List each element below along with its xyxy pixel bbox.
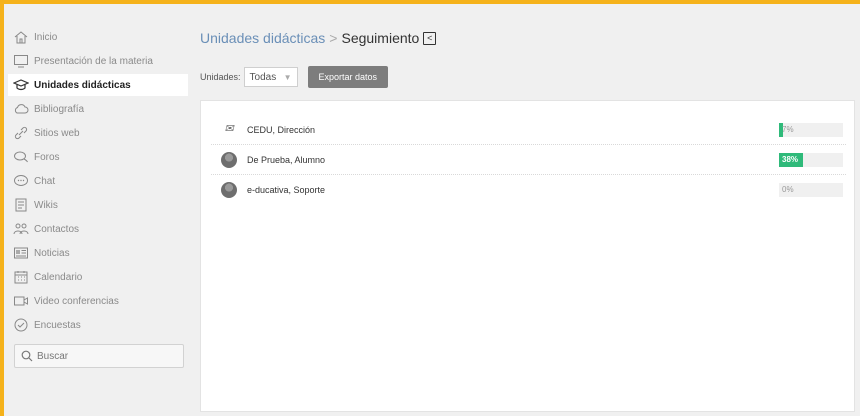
sidebar-item-label: Inicio xyxy=(34,31,58,43)
graduation-cap-icon xyxy=(12,77,30,93)
user-name: CEDU, Dirección xyxy=(247,124,316,135)
sidebar: Inicio Presentación de la materia Unidad… xyxy=(4,4,192,416)
table-row[interactable]: ✉ CEDU, Dirección 7% xyxy=(211,115,846,145)
search-placeholder: Buscar xyxy=(37,350,69,362)
sidebar-item-contactos[interactable]: Contactos xyxy=(12,218,188,240)
sidebar-item-foros[interactable]: Foros xyxy=(12,146,188,168)
cloud-icon xyxy=(12,101,30,117)
avatar-icon xyxy=(221,151,237,168)
main-content: Unidades didácticas > Seguimiento < Unid… xyxy=(192,4,860,416)
tracking-panel: ✉ CEDU, Dirección 7% De Prueba, Alumno 3… xyxy=(200,100,855,412)
wiki-page-icon xyxy=(12,197,30,213)
progress-label: 0% xyxy=(782,185,794,194)
search-icon xyxy=(21,350,33,362)
sidebar-item-inicio[interactable]: Inicio xyxy=(12,26,188,48)
sidebar-item-noticias[interactable]: Noticias xyxy=(12,242,188,264)
sidebar-item-video-conferencias[interactable]: Video conferencias xyxy=(12,290,188,312)
survey-icon xyxy=(12,317,30,333)
sidebar-item-label: Presentación de la materia xyxy=(34,55,153,67)
sidebar-item-label: Encuestas xyxy=(34,319,81,331)
back-arrow-icon[interactable]: < xyxy=(423,31,437,45)
sidebar-item-bibliografia[interactable]: Bibliografía xyxy=(12,98,188,120)
news-icon xyxy=(12,245,30,261)
sidebar-item-chat[interactable]: Chat xyxy=(12,170,188,192)
sidebar-item-label: Calendario xyxy=(34,271,83,283)
progress-bar: 0% xyxy=(779,183,843,197)
table-row[interactable]: e-ducativa, Soporte 0% xyxy=(211,175,846,205)
page-title: Seguimiento xyxy=(341,30,420,46)
sidebar-item-label: Foros xyxy=(34,151,60,163)
breadcrumb-link-unidades[interactable]: Unidades didácticas xyxy=(200,30,325,46)
breadcrumb: Unidades didácticas > Seguimiento < xyxy=(200,30,437,46)
sidebar-item-label: Chat xyxy=(34,175,56,187)
video-camera-icon xyxy=(12,293,30,309)
chevron-down-icon: ▼ xyxy=(283,72,292,82)
breadcrumb-separator: > xyxy=(329,30,338,46)
sidebar-item-label: Video conferencias xyxy=(34,295,119,307)
export-data-button[interactable]: Exportar datos xyxy=(307,66,389,88)
chat-bubble-icon xyxy=(12,173,30,189)
sidebar-item-calendario[interactable]: Calendario xyxy=(12,266,188,288)
link-icon xyxy=(12,125,30,141)
institution-logo-icon: ✉ xyxy=(224,122,234,135)
units-filter-label: Unidades: xyxy=(200,72,241,82)
sidebar-item-encuestas[interactable]: Encuestas xyxy=(12,314,188,336)
progress-bar: 38% xyxy=(779,152,843,167)
avatar-icon xyxy=(221,182,237,198)
filter-bar: Unidades: Todas ▼ Exportar datos xyxy=(200,66,389,88)
sidebar-item-label: Bibliografía xyxy=(34,103,85,115)
units-filter-select[interactable]: Todas ▼ xyxy=(243,67,298,87)
monitor-icon xyxy=(12,53,30,69)
calendar-icon xyxy=(12,269,30,285)
sidebar-item-label: Noticias xyxy=(34,247,70,259)
table-row[interactable]: De Prueba, Alumno 38% xyxy=(211,145,846,175)
user-name: e-ducativa, Soporte xyxy=(247,185,326,195)
sidebar-item-label: Unidades didácticas xyxy=(34,79,131,91)
sidebar-item-wikis[interactable]: Wikis xyxy=(12,194,188,216)
forum-bubbles-icon xyxy=(12,149,30,165)
sidebar-item-unidades[interactable]: Unidades didácticas xyxy=(8,74,188,96)
sidebar-item-label: Contactos xyxy=(34,223,80,235)
sidebar-item-sitios-web[interactable]: Sitios web xyxy=(12,122,188,144)
progress-label: 38% xyxy=(782,154,799,164)
progress-bar: 7% xyxy=(779,122,843,137)
sidebar-item-label: Sitios web xyxy=(34,127,80,139)
contacts-icon xyxy=(12,221,30,237)
search-input[interactable]: Buscar xyxy=(14,344,184,368)
home-icon xyxy=(12,29,30,45)
units-filter-value: Todas xyxy=(249,71,277,83)
progress-label: 7% xyxy=(782,124,794,134)
user-name: De Prueba, Alumno xyxy=(247,154,326,165)
sidebar-item-presentacion[interactable]: Presentación de la materia xyxy=(12,50,188,72)
sidebar-item-label: Wikis xyxy=(34,199,58,211)
